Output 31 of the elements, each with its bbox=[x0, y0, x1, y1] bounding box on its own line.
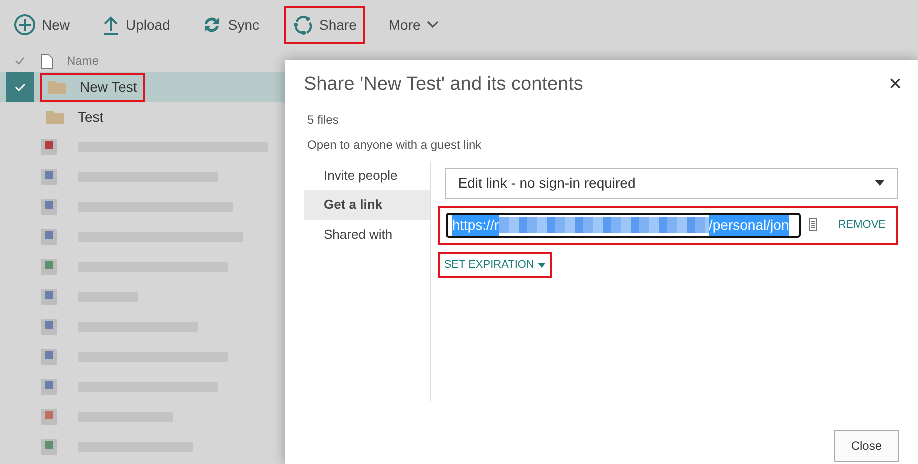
file-name: New Test bbox=[80, 78, 138, 96]
chevron-down-icon bbox=[426, 21, 439, 29]
dialog-title: Share 'New Test' and its contents bbox=[304, 74, 584, 97]
toolbar-button[interactable]: New bbox=[6, 6, 78, 44]
caret-icon bbox=[875, 180, 885, 186]
folder-icon bbox=[48, 80, 66, 94]
nav-tab[interactable]: Get a link bbox=[304, 190, 430, 220]
list-row[interactable]: New Test bbox=[0, 72, 285, 102]
plus-circle-icon bbox=[14, 14, 36, 36]
toolbar-button[interactable]: Sync bbox=[194, 6, 268, 44]
share-icon bbox=[292, 14, 314, 36]
upload-icon bbox=[102, 15, 120, 35]
file-icon bbox=[41, 54, 53, 68]
toolbar-button[interactable]: Upload bbox=[94, 6, 178, 44]
nav-tab[interactable]: Shared with bbox=[304, 220, 430, 250]
close-button[interactable]: Close bbox=[834, 430, 899, 462]
list-row[interactable]: Test bbox=[0, 102, 285, 132]
folder-icon bbox=[46, 110, 64, 124]
nav-tab[interactable]: Invite people bbox=[304, 160, 430, 190]
toolbar-button[interactable]: More bbox=[380, 6, 447, 44]
caret-icon bbox=[538, 262, 546, 268]
toolbar-button[interactable]: Share bbox=[284, 6, 365, 44]
link-type-dropdown[interactable]: Edit link - no sign-in required bbox=[445, 168, 898, 199]
dropdown-value: Edit link - no sign-in required bbox=[458, 174, 636, 193]
access-note: Open to anyone with a guest link bbox=[308, 136, 482, 154]
close-button[interactable]: × bbox=[883, 66, 908, 101]
file-name: Test bbox=[78, 108, 104, 126]
remove-link[interactable]: REMOVE bbox=[834, 217, 890, 234]
check-icon bbox=[14, 82, 26, 92]
copy-icon[interactable] bbox=[809, 218, 820, 232]
file-count: 5 files bbox=[308, 112, 339, 129]
